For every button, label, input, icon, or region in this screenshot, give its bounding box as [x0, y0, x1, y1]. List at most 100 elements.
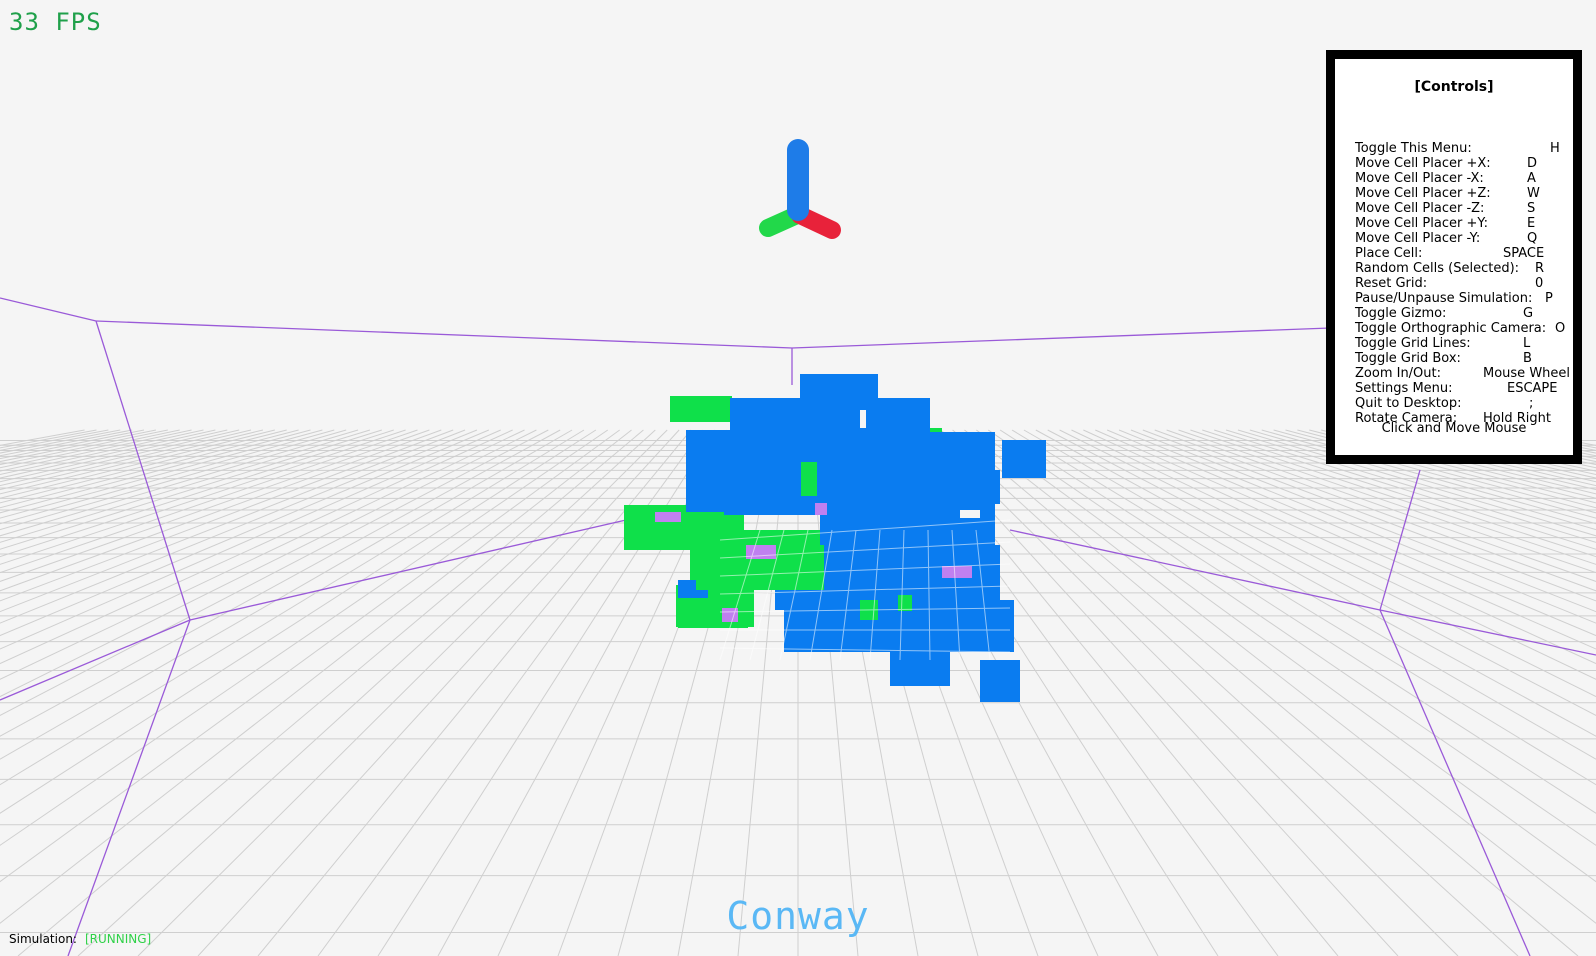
control-action: Move Cell Placer -Y:: [1355, 231, 1481, 246]
control-action: Move Cell Placer +Z:: [1355, 186, 1491, 201]
control-key: W: [1527, 186, 1540, 201]
floor-grid-line: [0, 429, 466, 613]
floor-grid-line: [0, 429, 632, 924]
floor-grid-line: [137, 429, 668, 956]
floor-grid-line: [0, 429, 537, 698]
floor-grid-line: [0, 429, 406, 565]
control-row: Toggle Gizmo: G: [1355, 306, 1573, 321]
control-row: Move Cell Placer -Z: S: [1355, 201, 1573, 216]
control-key: 0: [1535, 276, 1544, 291]
floor-grid-line: [1154, 429, 1596, 592]
floor-grid-line: [976, 429, 1596, 883]
control-row: Toggle Orthographic Camera: O: [1355, 321, 1573, 336]
floor-grid-line: [964, 429, 1596, 924]
floor-grid-line: [1439, 429, 1596, 463]
floor-grid-line: [940, 429, 1519, 956]
floor-grid-line: [1190, 429, 1596, 565]
controls-footer: Click and Move Mouse: [1381, 421, 1527, 436]
control-action: Reset Grid:: [1355, 276, 1428, 291]
floor-grid-line: [1321, 429, 1596, 499]
control-row: Move Cell Placer +Z: W: [1355, 186, 1573, 201]
fps-counter: 33 FPS: [9, 8, 102, 36]
controls-panel: [Controls] Toggle This Menu: H Move Cell P…: [1326, 50, 1582, 464]
axis-gizmo: [759, 139, 841, 239]
control-key: ESCAPE: [1507, 381, 1558, 396]
control-key: Mouse Wheel: [1483, 366, 1571, 381]
control-action: Toggle Gizmo:: [1355, 306, 1447, 321]
floor-grid-line: [0, 429, 168, 466]
control-key: D: [1527, 156, 1538, 171]
control-key: S: [1527, 201, 1536, 216]
control-row: Toggle Grid Lines: L: [1355, 336, 1573, 351]
floor-grid-line: [1214, 429, 1596, 550]
control-key: E: [1527, 216, 1536, 231]
control-action: Zoom In/Out:: [1355, 366, 1442, 381]
app-title: Conway: [726, 894, 870, 938]
floor-grid-line: [0, 429, 157, 463]
floor-grid-line: [0, 429, 204, 476]
floor-grid-line: [1178, 429, 1596, 574]
floor-grid-line: [1475, 429, 1596, 454]
control-action: Move Cell Placer +Y:: [1355, 216, 1488, 231]
floor-grid-line: [1130, 429, 1596, 613]
floor-grid-line: [1035, 429, 1596, 737]
controls-list: Toggle This Menu: H Move Cell Placer +X: D M…: [1355, 141, 1573, 426]
floor-grid-line: [1273, 429, 1596, 519]
control-action: Move Cell Placer -X:: [1355, 171, 1484, 186]
control-row: Move Cell Placer -Y: Q: [1355, 231, 1573, 246]
control-key: L: [1523, 336, 1531, 351]
floor-grid-line: [0, 429, 442, 592]
control-key: H: [1550, 141, 1560, 156]
control-row: Place Cell: SPACE: [1355, 246, 1573, 261]
control-action: Toggle Grid Box:: [1355, 351, 1461, 366]
control-action: Quit to Desktop:: [1355, 396, 1462, 411]
control-row: Settings Menu: ESCAPE: [1355, 381, 1573, 396]
control-row: Zoom In/Out: Mouse Wheel: [1355, 366, 1573, 381]
floor-grid-line: [77, 429, 656, 956]
control-row: Move Cell Placer -X: A: [1355, 171, 1573, 186]
floor-grid-line: [1166, 429, 1596, 582]
control-key: A: [1527, 171, 1536, 186]
control-key: ;: [1529, 396, 1534, 411]
floor-grid-line: [0, 429, 430, 582]
floor-grid-line: [197, 429, 680, 956]
control-key: O: [1555, 321, 1566, 336]
floor-grid-line: [0, 429, 240, 487]
control-action: Toggle Grid Lines:: [1355, 336, 1471, 351]
floor-grid-line: [1011, 429, 1596, 786]
floor-grid-line: [1023, 429, 1596, 760]
control-action: Move Cell Placer +X:: [1355, 156, 1491, 171]
control-row: Reset Grid: 0: [1355, 276, 1573, 291]
control-key: G: [1523, 306, 1534, 321]
control-action: Pause/Unpause Simulation:: [1355, 291, 1533, 306]
control-row: Move Cell Placer +X: D: [1355, 156, 1573, 171]
floor-grid-line: [0, 429, 323, 519]
control-action: Toggle Orthographic Camera:: [1355, 321, 1547, 336]
control-action: Settings Menu:: [1355, 381, 1453, 396]
floor-grid-line: [0, 429, 275, 499]
control-row: Quit to Desktop:;: [1355, 396, 1573, 411]
floor-grid-line: [0, 429, 252, 491]
floor-grid-line: [1225, 429, 1596, 543]
floor-grid-line: [1428, 429, 1596, 466]
floor-grid-line: [0, 429, 382, 550]
floor-grid-line: [1142, 429, 1596, 602]
control-row: Random Cells (Selected): R: [1355, 261, 1573, 276]
floor-grid-line: [1404, 429, 1596, 472]
floor-grid-line: [0, 429, 561, 737]
control-row: Toggle Grid Box: B: [1355, 351, 1573, 366]
control-key: SPACE: [1503, 246, 1545, 261]
control-row: Move Cell Placer +Y: E: [1355, 216, 1573, 231]
floor-grid-line: [0, 429, 573, 760]
control-key: B: [1523, 351, 1532, 366]
control-key: P: [1545, 291, 1553, 306]
floor-grid-line: [0, 429, 549, 717]
control-action: Toggle This Menu:: [1355, 141, 1472, 156]
control-row: Pause/Unpause Simulation: P: [1355, 291, 1573, 306]
cell-cluster: [624, 374, 1046, 702]
floor-grid-line: [0, 429, 371, 543]
floor-grid-line: [1047, 429, 1596, 717]
floor-grid-line: [1059, 429, 1596, 698]
control-action: Move Cell Placer -Z:: [1355, 201, 1485, 216]
control-key: R: [1535, 261, 1545, 276]
